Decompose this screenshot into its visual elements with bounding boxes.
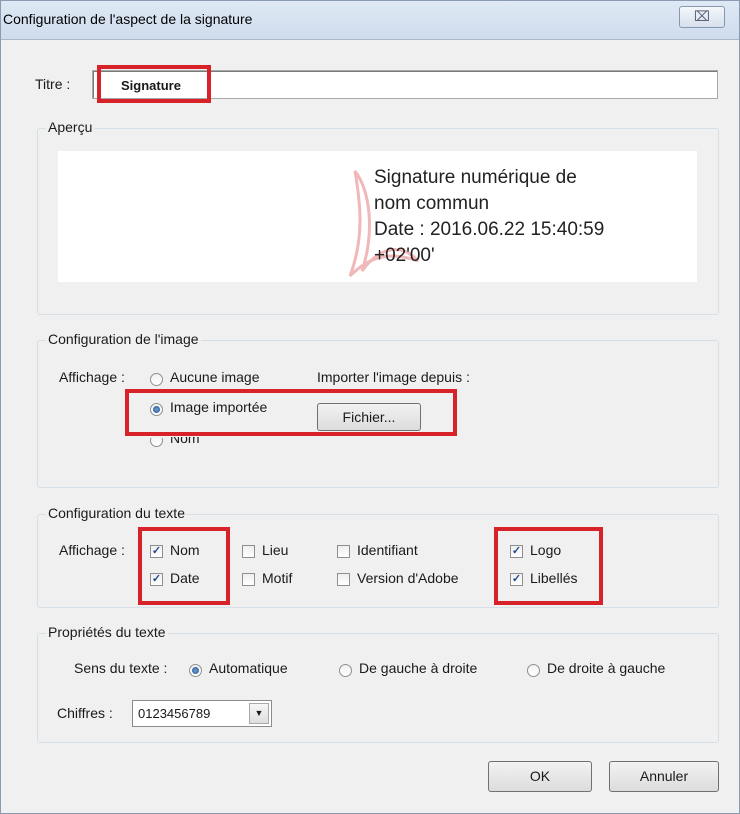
signature-preview: Signature numérique de nom commun Date :… bbox=[58, 151, 697, 282]
checkbox-lieu-label: Lieu bbox=[262, 542, 289, 558]
preview-line: nom commun bbox=[374, 193, 490, 214]
checkbox-version-adobe-label: Version d'Adobe bbox=[357, 570, 459, 586]
text-config-legend: Configuration du texte bbox=[46, 505, 187, 521]
chevron-down-icon: ▼ bbox=[249, 703, 269, 724]
import-image-label: Importer l'image depuis : bbox=[317, 369, 470, 385]
highlight-logo-libelles bbox=[494, 527, 603, 605]
title-bar: Configuration de l'aspect de la signatur… bbox=[1, 1, 739, 40]
close-button[interactable]: ⌧ bbox=[679, 6, 725, 28]
close-icon: ⌧ bbox=[693, 8, 711, 24]
highlight-titre bbox=[97, 65, 211, 103]
sens-du-texte-label: Sens du texte : bbox=[74, 660, 168, 676]
preview-line: +02'00' bbox=[374, 245, 435, 266]
cancel-button[interactable]: Annuler bbox=[609, 761, 719, 792]
text-props-legend: Propriétés du texte bbox=[46, 624, 168, 640]
preview-line: Signature numérique de bbox=[374, 167, 577, 188]
radio-aucune-image-label: Aucune image bbox=[170, 369, 260, 385]
apercu-legend: Aperçu bbox=[46, 119, 95, 135]
ok-button[interactable]: OK bbox=[488, 761, 592, 792]
checkbox-motif[interactable] bbox=[242, 573, 255, 586]
signature-preview-text: Signature numérique de nom commun Date :… bbox=[374, 165, 604, 269]
checkbox-identifiant-label: Identifiant bbox=[357, 542, 418, 558]
checkbox-version-adobe[interactable] bbox=[337, 573, 350, 586]
radio-aucune-image[interactable] bbox=[150, 373, 163, 386]
chiffres-value: 0123456789 bbox=[138, 706, 211, 721]
text-affichage-label: Affichage : bbox=[59, 542, 125, 558]
radio-droite-gauche-label: De droite à gauche bbox=[547, 660, 666, 676]
radio-automatique-label: Automatique bbox=[209, 660, 288, 676]
chiffres-select[interactable]: 0123456789 ▼ bbox=[132, 700, 272, 727]
window-title: Configuration de l'aspect de la signatur… bbox=[3, 11, 253, 27]
radio-gauche-droite-label: De gauche à droite bbox=[359, 660, 478, 676]
radio-droite-gauche[interactable] bbox=[527, 664, 540, 677]
highlight-image-importee bbox=[125, 389, 457, 436]
checkbox-motif-label: Motif bbox=[262, 570, 293, 586]
highlight-nom-date bbox=[138, 527, 230, 605]
chiffres-label: Chiffres : bbox=[57, 705, 113, 721]
image-config-legend: Configuration de l'image bbox=[46, 331, 201, 347]
checkbox-identifiant[interactable] bbox=[337, 545, 350, 558]
titre-label: Titre : bbox=[35, 76, 71, 92]
image-affichage-label: Affichage : bbox=[59, 369, 125, 385]
radio-gauche-droite[interactable] bbox=[339, 664, 352, 677]
dialog-body: Titre : Signature Aperçu Signature numér… bbox=[1, 40, 739, 813]
checkbox-lieu[interactable] bbox=[242, 545, 255, 558]
dialog-window: Configuration de l'aspect de la signatur… bbox=[0, 0, 740, 814]
preview-line: Date : 2016.06.22 15:40:59 bbox=[374, 219, 605, 240]
radio-automatique[interactable] bbox=[189, 664, 202, 677]
